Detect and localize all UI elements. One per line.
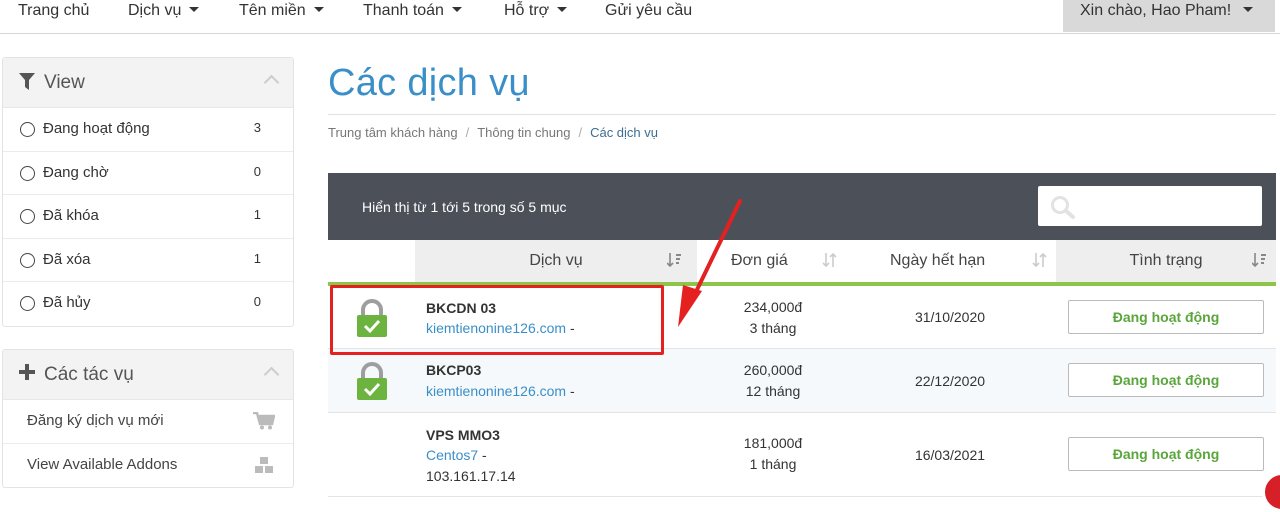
radio-icon[interactable] [20, 296, 35, 311]
breadcrumb: Trung tâm khách hàng / Thông tin chung / Các… [328, 125, 658, 140]
filter-label: Đã hủy [43, 294, 91, 311]
radio-icon[interactable] [20, 252, 35, 268]
nav-services[interactable]: Dịch vụ [128, 2, 200, 20]
price-amount: 181,000đ [743, 435, 803, 451]
page-title: Các dịch vụ [328, 62, 530, 104]
filter-label: Đã khóa [43, 207, 99, 224]
column-label: Tình trạng [1129, 252, 1203, 269]
service-ip: 103.161.17.14 [426, 468, 516, 484]
filter-item-cancelled[interactable]: Đã hủy 0 [3, 282, 293, 326]
domain-link[interactable]: Centos7 [426, 447, 478, 463]
nav-support[interactable]: Hỗ trợ [504, 2, 568, 20]
filter-item-suspended[interactable]: Đã khóa 1 [3, 195, 293, 239]
price-amount: 234,000đ [743, 299, 803, 315]
radio-icon[interactable] [20, 209, 35, 224]
table-toolbar: Hiển thị từ 1 tới 5 trong số 5 mục [328, 173, 1276, 240]
nav-billing[interactable]: Thanh toán [363, 2, 462, 20]
nav-domains[interactable]: Tên miền [239, 2, 324, 20]
chevron-up-icon[interactable] [263, 74, 280, 91]
chevron-up-icon[interactable] [263, 366, 280, 383]
caret-down-icon [189, 7, 200, 12]
actions-panel-title: Các tác vụ [44, 364, 134, 385]
price: 260,000đ 12 tháng [728, 360, 818, 402]
filter-icon [19, 73, 35, 97]
nav-open-ticket[interactable]: Gửi yêu cầu [605, 2, 692, 20]
user-menu[interactable]: Xin chào, Hao Pham! [1063, 0, 1275, 32]
header-service[interactable]: Dịch vụ [415, 240, 697, 286]
filter-label: Đang hoạt động [43, 120, 150, 137]
caret-down-icon [451, 7, 462, 12]
service-domain: Centos7 - 103.161.17.14 [426, 445, 516, 487]
search-icon [1050, 195, 1076, 224]
action-order-new-service[interactable]: Đăng ký dịch vụ mới [3, 400, 293, 444]
action-view-addons[interactable]: View Available Addons [3, 444, 293, 488]
due-date: 31/10/2020 [914, 309, 986, 325]
top-navbar: Trang chủ Dịch vụ Tên miền Thanh toán Hỗ… [0, 0, 1280, 34]
status-badge[interactable]: Đang hoạt động [1068, 300, 1264, 334]
cart-icon [253, 411, 276, 434]
table-row[interactable]: VPS MMO3 Centos7 - 103.161.17.14 181,000đ… [328, 413, 1276, 497]
breadcrumb-current: Các dịch vụ [590, 125, 658, 140]
sort-icon[interactable] [822, 252, 838, 273]
service-domain: kiemtienonine126.com - [426, 381, 575, 402]
annotation-arrow-icon [678, 199, 742, 327]
service-name: BKCP03 [426, 362, 482, 378]
view-panel-header[interactable]: View [3, 58, 293, 108]
due-date: 22/12/2020 [914, 373, 986, 389]
sort-desc-icon[interactable] [1251, 252, 1268, 273]
table-info: Hiển thị từ 1 tới 5 trong số 5 mục [362, 199, 567, 215]
column-label: Dịch vụ [529, 252, 583, 269]
plus-icon [19, 364, 35, 386]
price: 181,000đ 1 tháng [728, 433, 818, 475]
billing-cycle: 3 tháng [749, 320, 797, 336]
caret-down-icon [557, 7, 568, 12]
price-amount: 260,000đ [743, 362, 803, 378]
view-panel: View Đang hoạt động 3 Đang chờ 0 Đã khóa 1 … [2, 57, 294, 327]
filter-item-terminated[interactable]: Đã xóa 1 [3, 239, 293, 282]
divider [328, 114, 1276, 115]
column-label: Ngày hết hạn [890, 252, 986, 269]
view-panel-title: View [44, 72, 85, 93]
header-due-date[interactable]: Ngày hết hạn [846, 240, 1056, 286]
service-name: VPS MMO3 [426, 427, 500, 443]
radio-icon[interactable] [20, 122, 35, 137]
filter-count: 3 [253, 120, 261, 135]
annotation-highlight-box [330, 285, 664, 355]
ssl-lock-icon [356, 362, 388, 405]
caret-down-icon [1243, 7, 1254, 12]
cubes-icon [253, 456, 275, 478]
header-status[interactable]: Tình trạng [1056, 240, 1276, 286]
status-badge[interactable]: Đang hoạt động [1068, 363, 1264, 397]
domain-suffix: - [566, 383, 575, 399]
table-header: Dịch vụ Đơn giá Ngày hết hạn Tình trạng [328, 240, 1276, 286]
filter-item-active[interactable]: Đang hoạt động 3 [3, 108, 293, 152]
nav-home[interactable]: Trang chủ [18, 2, 89, 20]
action-label: Đăng ký dịch vụ mới [27, 412, 164, 429]
status-badge[interactable]: Đang hoạt động [1068, 437, 1264, 471]
radio-icon[interactable] [20, 165, 35, 181]
header-icon-col [328, 240, 415, 286]
due-date: 16/03/2021 [914, 447, 986, 463]
table-row[interactable]: BKCP03 kiemtienonine126.com - 260,000đ 12… [328, 349, 1276, 413]
filter-count: 1 [253, 207, 261, 222]
caret-down-icon [313, 7, 324, 12]
domain-link[interactable]: kiemtienonine126.com [426, 383, 566, 399]
billing-cycle: 1 tháng [749, 456, 797, 472]
filter-count: 0 [253, 294, 261, 309]
domain-suffix: - [478, 447, 487, 463]
filter-label: Đang chờ [43, 163, 109, 181]
actions-panel-header[interactable]: Các tác vụ [3, 350, 293, 400]
filter-count: 0 [253, 163, 261, 179]
sort-icon[interactable] [1032, 252, 1048, 273]
billing-cycle: 12 tháng [745, 383, 801, 399]
filter-label: Đã xóa [43, 250, 91, 268]
actions-panel: Các tác vụ Đăng ký dịch vụ mới View Avai… [2, 349, 294, 488]
breadcrumb-overview[interactable]: Thông tin chung [477, 125, 570, 140]
filter-item-pending[interactable]: Đang chờ 0 [3, 152, 293, 195]
breadcrumb-home[interactable]: Trung tâm khách hàng [328, 125, 458, 140]
filter-count: 1 [253, 250, 261, 266]
action-label: View Available Addons [27, 455, 178, 473]
